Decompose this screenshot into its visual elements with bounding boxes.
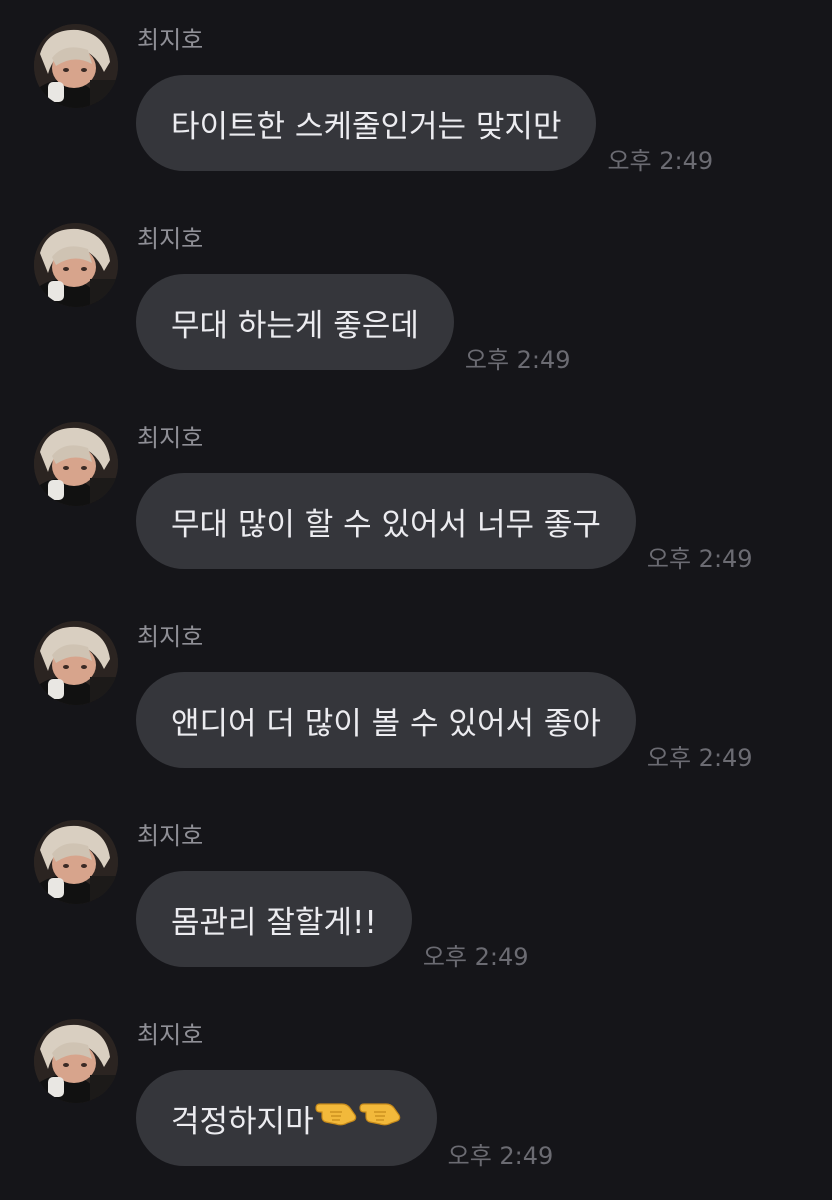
message-row: 최지호몸관리 잘할게!! 오후 2:49 — [0, 796, 832, 976]
message-timestamp: 오후 2:49 — [646, 545, 753, 573]
message-bubble[interactable]: 걱정하지마 — [136, 1070, 437, 1166]
pointing-hand-emoji-icon — [314, 1099, 358, 1137]
message-text: 무대 많이 할 수 있어서 너무 좋구 — [171, 506, 601, 543]
message-bubble-row: 무대 하는게 좋은데오후 2:49 — [136, 274, 571, 374]
message-bubble[interactable]: 앤디어 더 많이 볼 수 있어서 좋아 — [136, 672, 636, 768]
sender-avatar[interactable] — [34, 820, 118, 904]
message-text: 걱정하지마 — [171, 1103, 314, 1140]
message-timestamp: 오후 2:49 — [447, 1142, 554, 1170]
sender-name: 최지호 — [137, 26, 204, 54]
sender-name: 최지호 — [137, 623, 204, 651]
message-row: 최지호걱정하지마오후 2:49 — [0, 995, 832, 1175]
sender-name: 최지호 — [137, 822, 204, 850]
message-timestamp: 오후 2:49 — [607, 147, 714, 175]
sender-name: 최지호 — [137, 1021, 204, 1049]
message-row: 최지호앤디어 더 많이 볼 수 있어서 좋아오후 2:49 — [0, 597, 832, 777]
message-timestamp: 오후 2:49 — [464, 346, 571, 374]
message-bubble[interactable]: 타이트한 스케줄인거는 맞지만 — [136, 75, 597, 171]
message-bubble[interactable]: 몸관리 잘할게!! — [136, 871, 412, 967]
message-bubble-row: 걱정하지마오후 2:49 — [136, 1070, 553, 1170]
sender-avatar[interactable] — [34, 24, 118, 108]
message-bubble[interactable]: 무대 하는게 좋은데 — [136, 274, 454, 370]
message-text: 몸관리 잘할게!! — [171, 904, 377, 941]
pointing-hand-emoji-icon — [358, 1099, 402, 1137]
message-bubble-row: 앤디어 더 많이 볼 수 있어서 좋아오후 2:49 — [136, 672, 753, 772]
message-bubble-row: 몸관리 잘할게!! 오후 2:49 — [136, 871, 529, 971]
message-text: 앤디어 더 많이 볼 수 있어서 좋아 — [171, 705, 601, 742]
sender-avatar[interactable] — [34, 621, 118, 705]
message-bubble-row: 무대 많이 할 수 있어서 너무 좋구오후 2:49 — [136, 473, 753, 573]
message-timestamp: 오후 2:49 — [422, 943, 529, 971]
message-text: 타이트한 스케줄인거는 맞지만 — [171, 108, 562, 145]
message-bubble-row: 타이트한 스케줄인거는 맞지만오후 2:49 — [136, 75, 713, 175]
message-text: 무대 하는게 좋은데 — [171, 307, 419, 344]
sender-avatar[interactable] — [34, 1019, 118, 1103]
message-row: 최지호타이트한 스케줄인거는 맞지만오후 2:49 — [0, 0, 832, 180]
message-row: 최지호무대 하는게 좋은데오후 2:49 — [0, 199, 832, 379]
message-timestamp: 오후 2:49 — [646, 744, 753, 772]
message-row: 최지호무대 많이 할 수 있어서 너무 좋구오후 2:49 — [0, 398, 832, 578]
chat-message-list[interactable]: 최지호 타이트한 스케줄인거는 맞지만 오후 2:49 최지호 무대 하는게 좋은데 오후… — [0, 0, 832, 1200]
sender-name: 최지호 — [137, 225, 204, 253]
sender-avatar[interactable] — [34, 223, 118, 307]
sender-avatar[interactable] — [34, 422, 118, 506]
sender-name: 최지호 — [137, 424, 204, 452]
message-bubble[interactable]: 무대 많이 할 수 있어서 너무 좋구 — [136, 473, 636, 569]
